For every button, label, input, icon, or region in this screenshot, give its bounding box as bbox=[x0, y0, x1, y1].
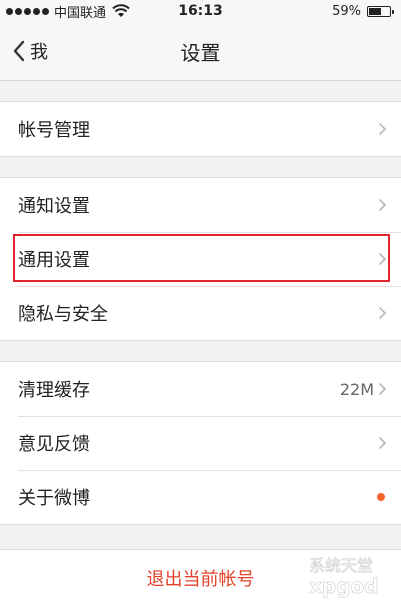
row-label: 清理缓存 bbox=[18, 380, 90, 401]
row-label: 意见反馈 bbox=[18, 434, 90, 455]
wifi-icon bbox=[112, 4, 130, 17]
chevron-right-icon bbox=[378, 198, 387, 212]
chevron-right-icon bbox=[378, 122, 387, 136]
chevron-left-icon bbox=[13, 40, 25, 62]
row-clear-cache[interactable]: 清理缓存 22M bbox=[0, 362, 401, 416]
logout-button[interactable]: 退出当前帐号 bbox=[0, 549, 401, 603]
row-feedback[interactable]: 意见反馈 bbox=[0, 416, 401, 470]
row-label: 帐号管理 bbox=[18, 120, 90, 141]
settings-group-misc: 清理缓存 22M 意见反馈 关于微博 bbox=[0, 361, 401, 525]
row-label: 隐私与安全 bbox=[18, 304, 108, 325]
carrier-name: 中国联通 bbox=[54, 5, 107, 21]
chevron-right-icon bbox=[378, 306, 387, 320]
row-about-weibo[interactable]: 关于微博 bbox=[0, 470, 401, 524]
back-button[interactable]: 我 bbox=[0, 22, 48, 80]
status-bar: 中国联通 16:13 59% bbox=[0, 0, 401, 22]
chevron-right-icon bbox=[378, 252, 387, 266]
settings-group-account: 帐号管理 bbox=[0, 101, 401, 157]
battery-icon bbox=[367, 5, 394, 17]
signal-strength-icon bbox=[6, 7, 49, 15]
row-notification-settings[interactable]: 通知设置 bbox=[0, 178, 401, 232]
logout-label: 退出当前帐号 bbox=[146, 569, 255, 590]
settings-group-preferences: 通知设置 通用设置 隐私与安全 bbox=[0, 177, 401, 341]
battery-percentage: 59% bbox=[332, 3, 361, 19]
settings-screen: 中国联通 16:13 59% 我 设置 帐号管理 通知设置 通用设置 隐私与安全… bbox=[0, 0, 401, 603]
chevron-right-icon bbox=[378, 436, 387, 450]
row-account-management[interactable]: 帐号管理 bbox=[0, 102, 401, 156]
row-label: 通知设置 bbox=[18, 196, 90, 217]
row-privacy-security[interactable]: 隐私与安全 bbox=[0, 286, 401, 340]
page-title: 设置 bbox=[180, 40, 221, 65]
back-label: 我 bbox=[30, 42, 48, 63]
navigation-bar: 我 设置 bbox=[0, 22, 401, 81]
new-badge-dot bbox=[377, 493, 385, 501]
chevron-right-icon bbox=[378, 382, 387, 396]
row-label: 通用设置 bbox=[18, 250, 90, 271]
row-general-settings[interactable]: 通用设置 bbox=[0, 232, 401, 286]
row-label: 关于微博 bbox=[18, 488, 90, 509]
cache-size-value: 22M bbox=[339, 379, 374, 399]
